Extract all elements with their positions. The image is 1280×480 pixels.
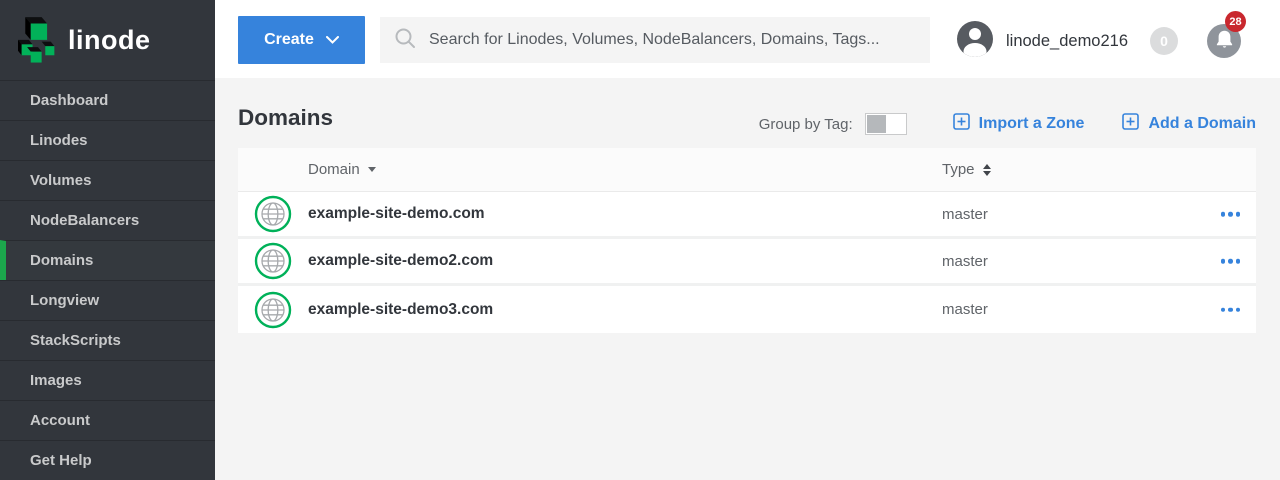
page-controls: Group by Tag: Import a Zone <box>759 111 1256 137</box>
domain-name: example-site-demo2.com <box>308 252 493 270</box>
create-button[interactable]: Create <box>238 16 365 64</box>
column-header-domain[interactable]: Domain <box>308 161 376 178</box>
linode-logo-icon <box>18 13 58 68</box>
main-content: Domains Group by Tag: Import a Zone <box>215 78 1280 480</box>
column-header-type-label: Type <box>942 161 975 178</box>
toggle-knob <box>867 115 886 133</box>
table-header: Domain Type <box>238 148 1256 192</box>
create-button-label: Create <box>264 31 314 49</box>
username: linode_demo216 <box>1006 32 1128 51</box>
sidebar-item-linodes[interactable]: Linodes <box>0 120 215 160</box>
domains-table: Domain Type exampl <box>238 148 1256 333</box>
plus-box-icon <box>953 113 970 135</box>
table-row[interactable]: example-site-demo2.com master <box>238 239 1256 286</box>
domain-name: example-site-demo3.com <box>308 301 493 319</box>
search-icon <box>394 27 416 54</box>
import-zone-link[interactable]: Import a Zone <box>953 113 1085 135</box>
column-header-type[interactable]: Type <box>942 161 991 178</box>
sort-both-icon <box>983 164 991 176</box>
chevron-down-icon <box>326 31 339 49</box>
globe-icon <box>254 291 292 329</box>
sidebar-item-images[interactable]: Images <box>0 360 215 400</box>
globe-icon <box>254 195 292 233</box>
globe-icon <box>254 242 292 280</box>
column-header-domain-label: Domain <box>308 161 360 178</box>
row-action-menu-button[interactable] <box>1219 301 1243 318</box>
table-row[interactable]: example-site-demo.com master <box>238 192 1256 239</box>
group-by-tag-label: Group by Tag: <box>759 116 853 133</box>
domain-type: master <box>942 301 988 318</box>
events-count-badge[interactable]: 0 <box>1150 27 1178 55</box>
domain-type: master <box>942 206 988 223</box>
avatar <box>957 21 993 62</box>
sidebar-item-nodebalancers[interactable]: NodeBalancers <box>0 200 215 240</box>
topbar: Create linode_demo216 0 <box>215 0 1280 78</box>
sidebar-item-stackscripts[interactable]: StackScripts <box>0 320 215 360</box>
sidebar: linode Dashboard Linodes Volumes NodeBal… <box>0 0 215 480</box>
user-menu[interactable]: linode_demo216 <box>957 21 1128 62</box>
sidebar-item-longview[interactable]: Longview <box>0 280 215 320</box>
row-action-menu-button[interactable] <box>1219 206 1243 223</box>
linode-logo[interactable]: linode <box>0 0 215 80</box>
table-row[interactable]: example-site-demo3.com master <box>238 286 1256 333</box>
global-search <box>380 17 930 63</box>
bell-icon <box>1216 30 1233 53</box>
page-title: Domains <box>238 105 333 131</box>
domain-name: example-site-demo.com <box>308 205 485 223</box>
plus-box-icon <box>1122 113 1139 135</box>
add-domain-link[interactable]: Add a Domain <box>1122 113 1256 135</box>
add-domain-label: Add a Domain <box>1148 115 1256 133</box>
sidebar-item-dashboard[interactable]: Dashboard <box>0 80 215 120</box>
group-by-tag-toggle[interactable] <box>865 113 907 135</box>
sidebar-item-volumes[interactable]: Volumes <box>0 160 215 200</box>
sidebar-item-account[interactable]: Account <box>0 400 215 440</box>
row-action-menu-button[interactable] <box>1219 253 1243 270</box>
linode-wordmark: linode <box>68 25 151 56</box>
sidebar-item-domains[interactable]: Domains <box>0 240 215 280</box>
sort-desc-icon <box>368 167 376 172</box>
search-input[interactable] <box>429 31 916 49</box>
notifications-count-badge: 28 <box>1225 11 1246 32</box>
import-zone-label: Import a Zone <box>979 115 1085 133</box>
domain-type: master <box>942 253 988 270</box>
sidebar-item-get-help[interactable]: Get Help <box>0 440 215 480</box>
